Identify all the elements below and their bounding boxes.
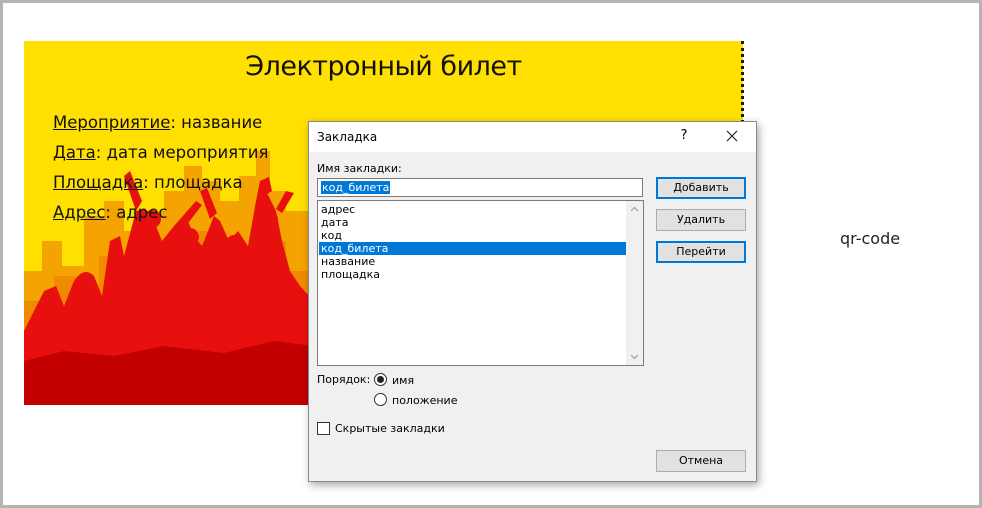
list-item[interactable]: код <box>319 229 626 242</box>
order-by-name-radio[interactable] <box>374 373 387 386</box>
list-item[interactable]: площадка <box>319 268 626 281</box>
list-item[interactable]: дата <box>319 216 626 229</box>
bookmark-name-label: Имя закладки: <box>317 162 402 175</box>
cancel-button[interactable]: Отмена <box>656 450 746 472</box>
field-address-value: : адрес <box>105 203 168 222</box>
add-button[interactable]: Добавить <box>656 177 746 199</box>
field-date-label: Дата <box>53 143 96 162</box>
field-venue-value: : площадка <box>143 173 243 192</box>
field-address: Адрес: адрес <box>53 203 167 222</box>
qr-code-placeholder: qr-code <box>840 229 901 248</box>
order-by-position-radio[interactable] <box>374 393 387 406</box>
bookmark-list[interactable]: адрес дата код код_билета название площа… <box>317 200 644 366</box>
field-date-value: : дата мероприятия <box>95 143 269 162</box>
bookmark-name-value: код_билета <box>321 181 391 194</box>
hidden-bookmarks-label[interactable]: Скрытые закладки <box>335 422 445 435</box>
bookmark-dialog: Закладка ? Имя закладки: код_билета адре… <box>308 121 757 482</box>
ticket-title: Электронный билет <box>245 51 522 82</box>
order-label: Порядок: <box>317 373 371 386</box>
list-item[interactable]: адрес <box>319 203 626 216</box>
field-event-value: : название <box>170 113 263 132</box>
chevron-up-icon <box>630 206 639 212</box>
list-item[interactable]: название <box>319 255 626 268</box>
order-by-position-label[interactable]: положение <box>392 394 457 407</box>
help-button[interactable]: ? <box>677 128 691 144</box>
field-event: Мероприятие: название <box>53 113 262 132</box>
order-by-name-label[interactable]: имя <box>392 374 414 387</box>
close-button[interactable] <box>721 126 743 146</box>
dialog-titlebar[interactable]: Закладка ? <box>309 122 756 152</box>
scroll-down-button[interactable] <box>626 348 643 365</box>
field-address-label: Адрес <box>53 203 106 222</box>
list-scrollbar[interactable] <box>626 201 643 365</box>
list-item-selected[interactable]: код_билета <box>319 242 626 255</box>
scroll-up-button[interactable] <box>626 201 643 218</box>
bookmark-name-input[interactable]: код_билета <box>317 178 643 197</box>
field-event-label: Мероприятие <box>53 113 171 132</box>
dialog-title: Закладка <box>317 130 378 144</box>
field-venue: Площадка: площадка <box>53 173 243 192</box>
goto-button[interactable]: Перейти <box>656 241 746 263</box>
field-venue-label: Площадка <box>53 173 144 192</box>
hidden-bookmarks-checkbox[interactable] <box>317 422 330 435</box>
delete-button[interactable]: Удалить <box>656 209 746 231</box>
close-icon <box>726 130 738 142</box>
chevron-down-icon <box>630 354 639 360</box>
field-date: Дата: дата мероприятия <box>53 143 268 162</box>
